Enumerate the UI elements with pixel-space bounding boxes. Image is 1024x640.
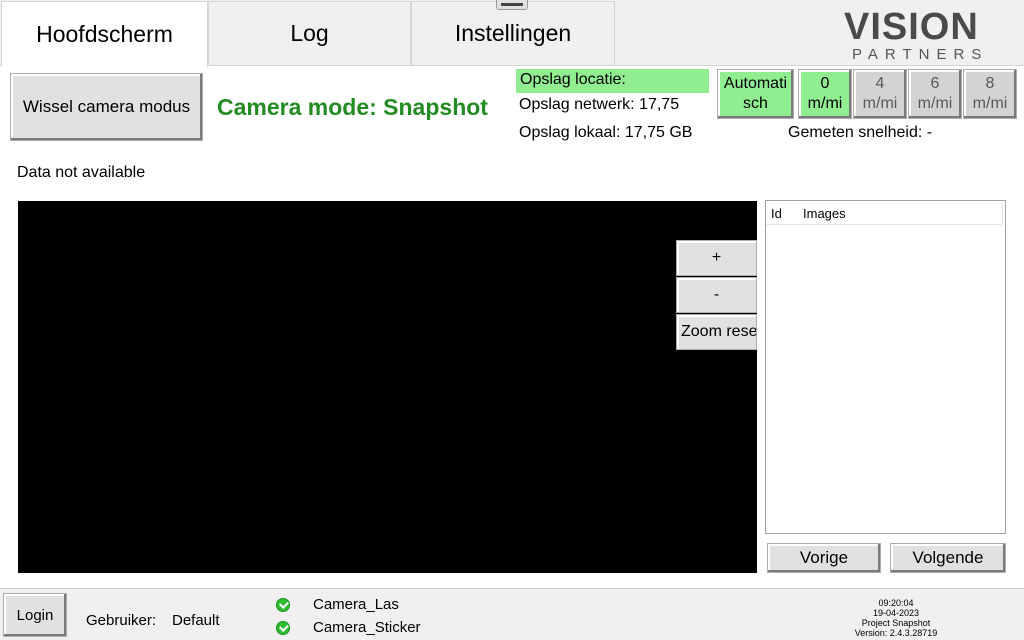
logo-sub-text: PARTNERS	[852, 46, 989, 63]
login-button[interactable]: Login	[3, 593, 67, 637]
footer-project: Project Snapshot	[861, 618, 931, 628]
zoom-reset-button[interactable]: Zoom reset	[676, 314, 757, 350]
column-header-images[interactable]: Images	[803, 206, 846, 221]
previous-button[interactable]: Vorige	[767, 543, 881, 573]
tab-log[interactable]: Log	[208, 1, 411, 65]
camera-status-sticker: Camera_Sticker	[276, 619, 421, 636]
speed-value: 0	[820, 75, 830, 92]
speed-unit: m/mi	[807, 95, 843, 112]
speed-value: 6	[930, 75, 940, 92]
zoom-in-button[interactable]: +	[676, 240, 757, 276]
speed-8-button[interactable]: 8 m/mi	[963, 69, 1017, 119]
switch-camera-mode-button[interactable]: Wissel camera modus	[10, 73, 203, 141]
speed-4-button[interactable]: 4 m/mi	[853, 69, 907, 119]
footer-time: 09:20:04	[878, 598, 914, 608]
drag-handle[interactable]	[496, 0, 528, 10]
storage-local-label: Opslag lokaal: 17,75 GB	[519, 124, 693, 141]
camera-mode-label: Camera mode: Snapshot	[217, 94, 488, 120]
speed-0-button[interactable]: 0 m/mi	[798, 69, 852, 119]
zoom-out-button[interactable]: -	[676, 277, 757, 313]
footer-date: 19-04-2023	[872, 608, 920, 618]
user-label: Gebruiker:	[86, 612, 157, 629]
image-list[interactable]: Id Images	[765, 200, 1006, 534]
tab-hoofdscherm[interactable]: Hoofdscherm	[1, 1, 208, 67]
column-header-id[interactable]: Id	[771, 206, 782, 221]
data-status-label: Data not available	[17, 164, 146, 181]
tab-instellingen[interactable]: Instellingen	[411, 1, 615, 65]
speed-value: 4	[875, 75, 885, 92]
next-button[interactable]: Volgende	[890, 543, 1006, 573]
image-list-header: Id Images	[766, 201, 1003, 225]
speed-auto-button[interactable]: Automati sch	[717, 69, 794, 119]
speed-6-button[interactable]: 6 m/mi	[908, 69, 962, 119]
vision-partners-logo: VISION PARTNERS	[842, 4, 992, 64]
measured-speed-label: Gemeten snelheid: -	[788, 124, 933, 141]
speed-auto-label-1: Automati	[723, 75, 788, 92]
footer-version: Version: 2.4.3.28719	[854, 628, 938, 638]
storage-network-label: Opslag netwerk: 17,75	[519, 96, 680, 113]
status-ok-icon	[276, 620, 290, 635]
footer-info: 09:20:04 19-04-2023 Project Snapshot Ver…	[840, 598, 952, 638]
camera-name: Camera_Las	[313, 596, 399, 613]
user-name: Default	[172, 612, 220, 629]
speed-unit: m/mi	[862, 95, 898, 112]
speed-auto-label-2: sch	[743, 95, 768, 112]
speed-unit: m/mi	[972, 95, 1008, 112]
status-ok-icon	[276, 597, 290, 612]
speed-unit: m/mi	[917, 95, 953, 112]
camera-view[interactable]: + - Zoom reset	[18, 201, 757, 573]
camera-status-las: Camera_Las	[276, 596, 399, 613]
camera-name: Camera_Sticker	[313, 619, 421, 636]
storage-location-label: Opslag locatie:	[516, 69, 709, 93]
speed-value: 8	[985, 75, 995, 92]
column-separator	[1002, 203, 1003, 223]
logo-main-text: VISION	[844, 6, 979, 48]
